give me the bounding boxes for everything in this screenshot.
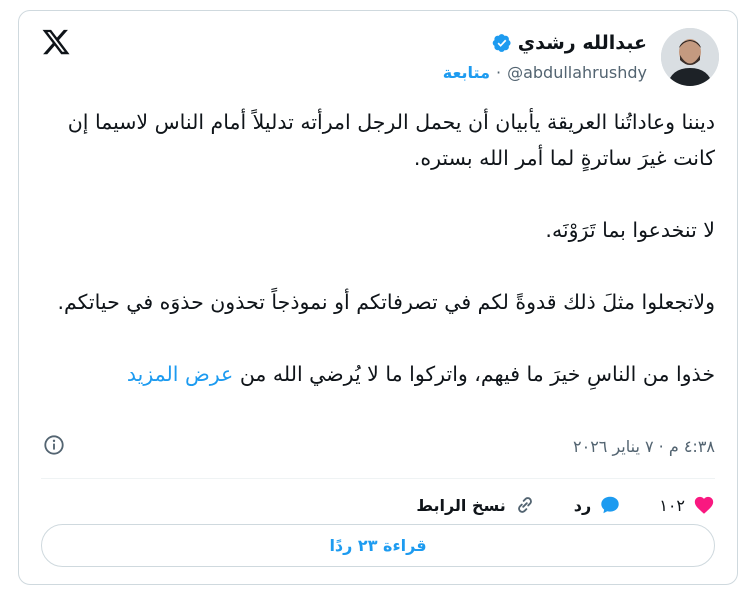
tweet-paragraph: خذوا من الناسِ خيرَ ما فيهم، واتركوا ما … — [239, 362, 715, 386]
read-replies-label: قراءة ٢٣ ردًا — [329, 536, 427, 555]
separator-dot: · — [495, 63, 502, 82]
tweet-paragraph: ولاتجعلوا مثلَ ذلك قدوةً لكم في تصرفاتكم… — [57, 290, 715, 314]
follow-button[interactable]: متابعة — [443, 63, 490, 82]
author-name[interactable]: عبدالله رشدي — [518, 32, 647, 54]
tweet-paragraph: ديننا وعاداتُنا العريقة يأبيان أن يحمل ا… — [67, 110, 715, 170]
handle-row: متابعة · @abdullahrushdy — [443, 63, 647, 82]
show-more-link[interactable]: عرض المزيد — [127, 362, 233, 386]
read-replies-button[interactable]: قراءة ٢٣ ردًا — [41, 524, 715, 567]
action-bar: ١٠٢ رد نسخ الرابط — [41, 489, 715, 521]
tweet-timestamp[interactable]: ٤:٣٨ م · ٧ يناير ٢٠٢٦ — [573, 437, 715, 456]
verified-badge-icon — [492, 34, 511, 52]
tweet-text: ديننا وعاداتُنا العريقة يأبيان أن يحمل ا… — [39, 104, 715, 392]
copy-link-button[interactable]: نسخ الرابط — [416, 494, 535, 516]
likes-count: ١٠٢ — [659, 495, 685, 515]
author-name-row[interactable]: عبدالله رشدي — [492, 32, 647, 54]
reply-button[interactable]: رد — [574, 494, 621, 516]
reply-label: رد — [573, 495, 592, 515]
link-icon — [517, 497, 532, 513]
like-button[interactable]: ١٠٢ — [659, 494, 715, 516]
heart-icon — [694, 496, 714, 514]
tweet-paragraph-last: خذوا من الناسِ خيرَ ما فيهم، واتركوا ما … — [39, 356, 715, 392]
reply-bubble-icon — [601, 496, 619, 514]
divider — [41, 478, 715, 479]
info-icon[interactable] — [43, 434, 65, 456]
author-handle[interactable]: @abdullahrushdy — [507, 63, 647, 82]
tweet-paragraph: لا تنخدعوا بما تَرَوْنَه. — [545, 218, 715, 242]
tweet-card: عبدالله رشدي متابعة · @abdullahrushdy دي… — [18, 10, 738, 585]
copy-link-label: نسخ الرابط — [416, 495, 506, 515]
x-logo-icon[interactable] — [41, 27, 71, 57]
avatar[interactable] — [661, 28, 719, 86]
